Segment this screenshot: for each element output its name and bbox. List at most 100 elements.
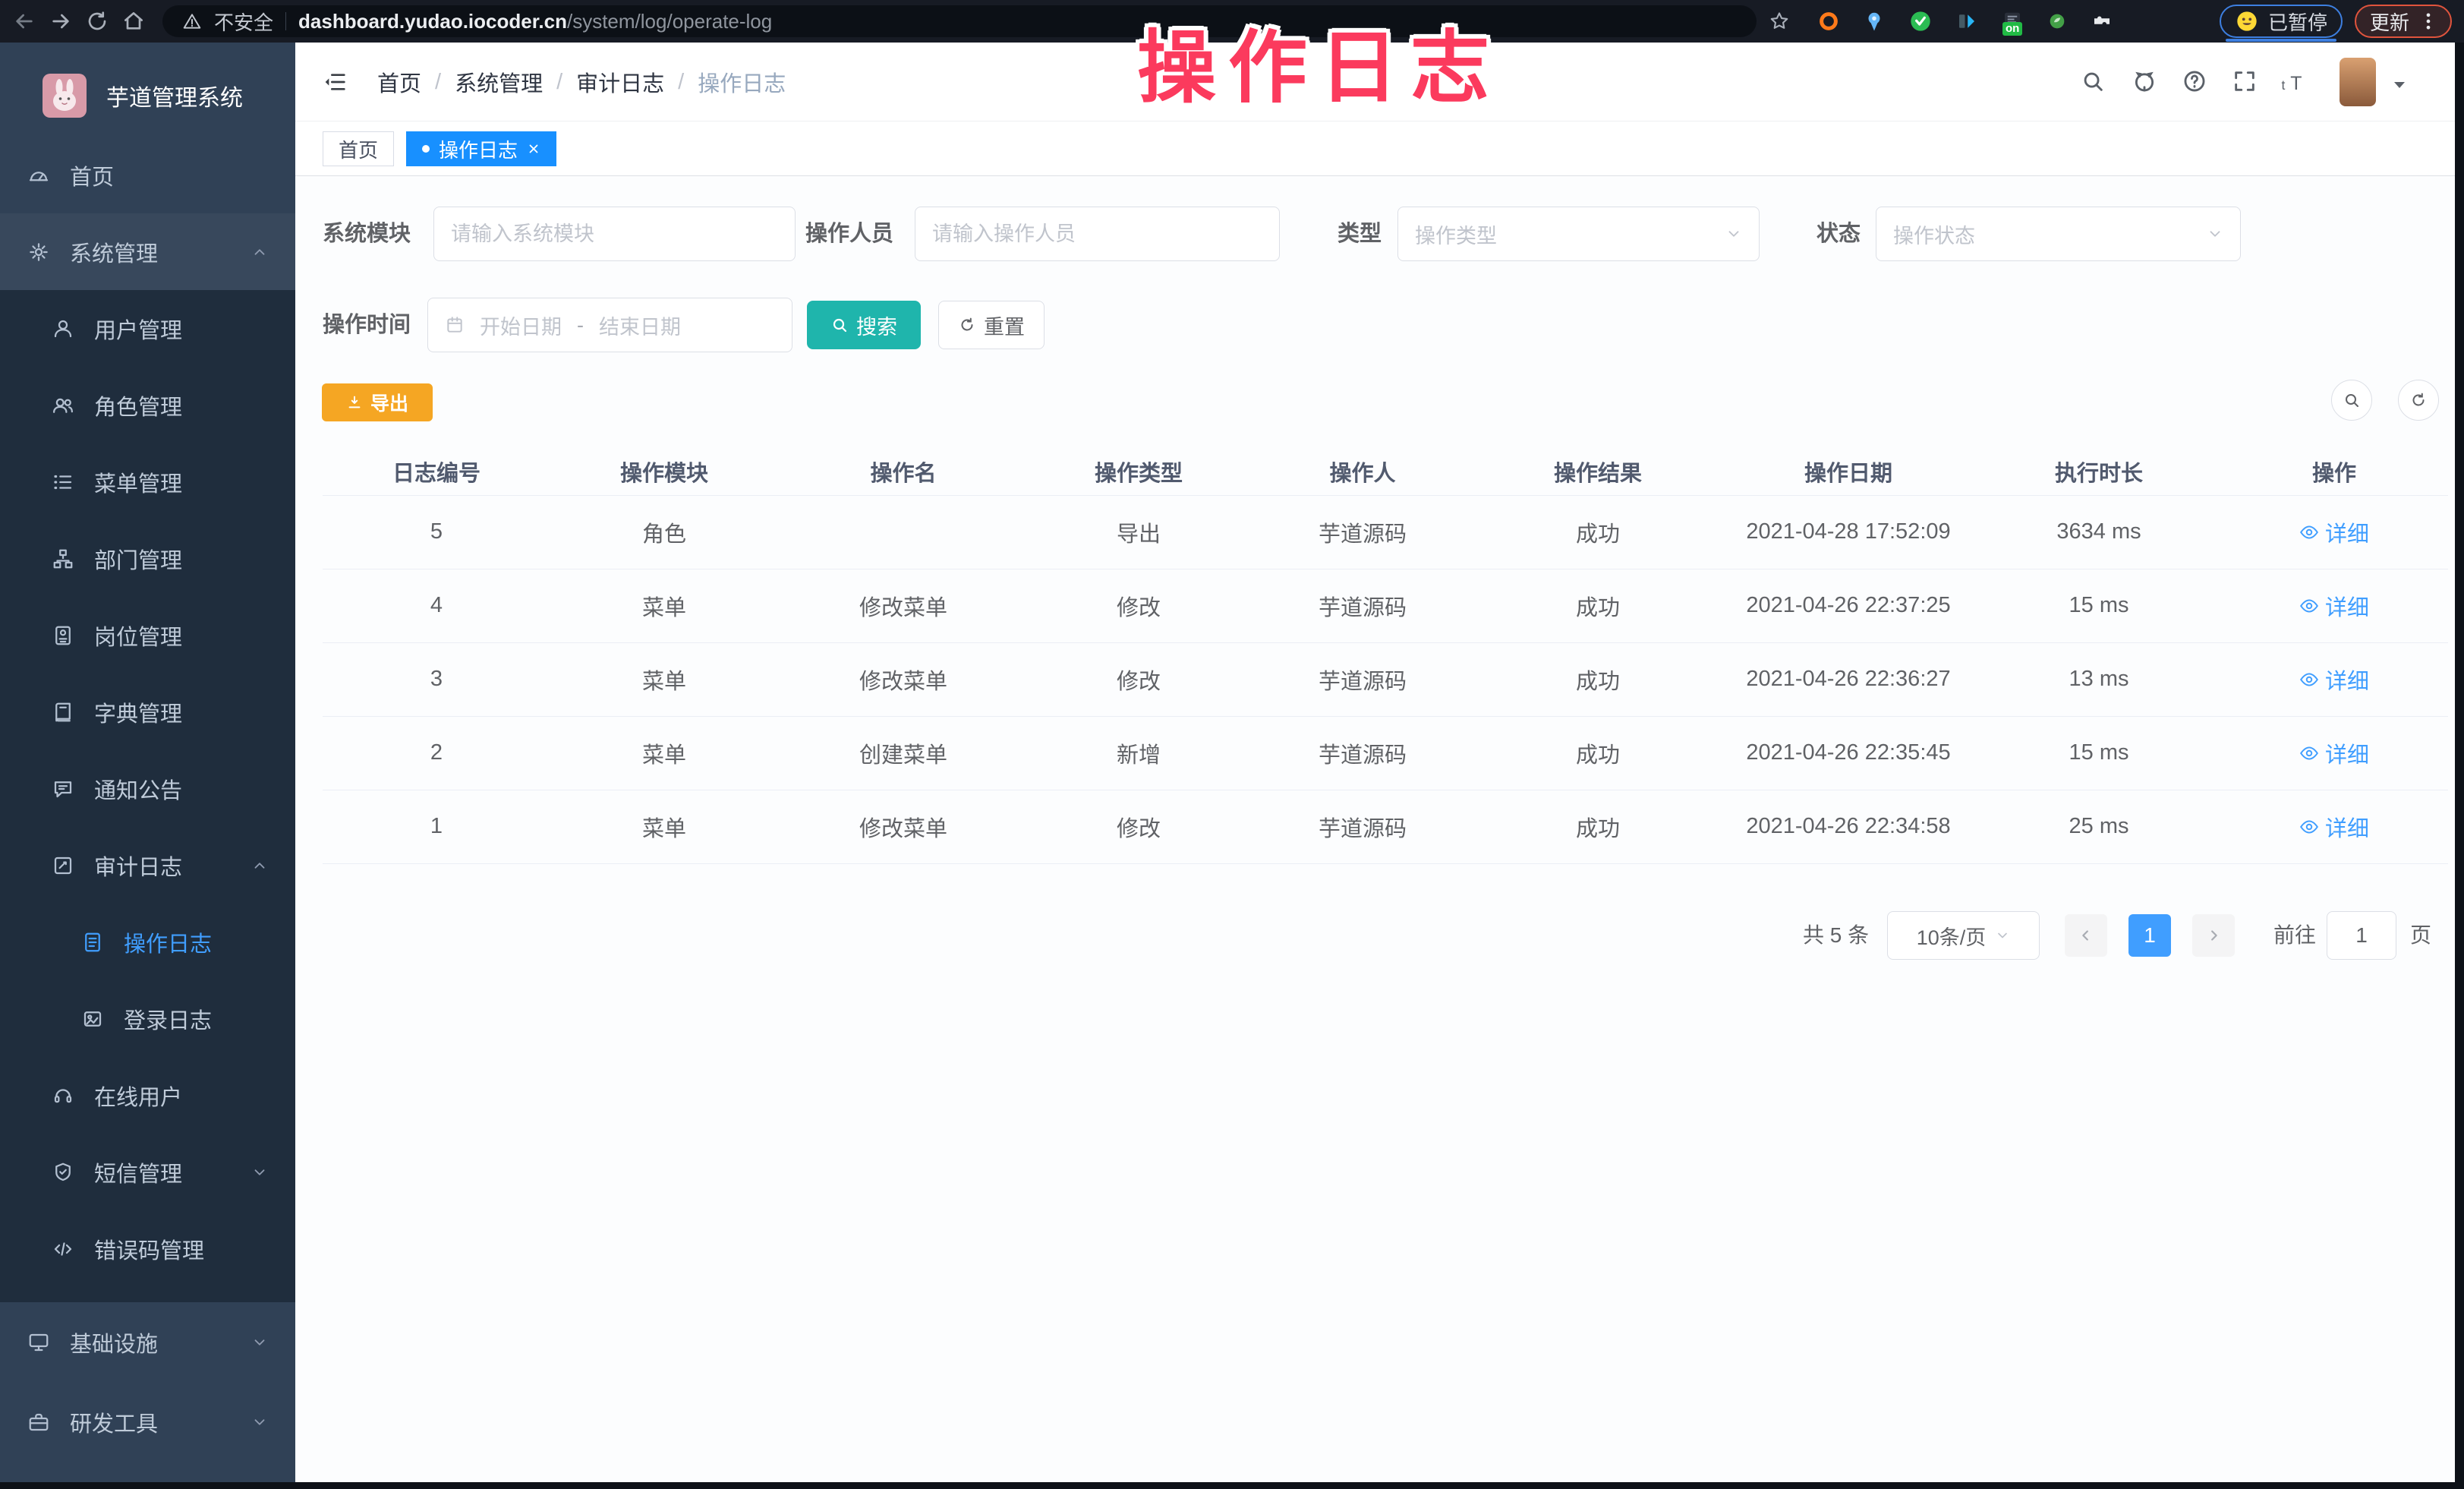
table-row: 3菜单修改菜单修改芋道源码成功2021-04-26 22:36:2713 ms … [323, 642, 2448, 716]
refresh-table-button[interactable] [2398, 380, 2439, 421]
breadcrumb-audit-log[interactable]: 审计日志 [576, 66, 664, 98]
address-divider [285, 12, 286, 30]
sidebar-item-role-management[interactable]: 角色管理 [0, 367, 295, 443]
goto-page-input[interactable] [2327, 911, 2396, 960]
id-badge-icon [52, 624, 74, 647]
extension-on-badge: on [2002, 22, 2022, 36]
sidebar-item-sms-management[interactable]: 短信管理 [0, 1134, 295, 1210]
download-icon [346, 394, 363, 411]
sidebar-item-home[interactable]: 首页 [0, 137, 295, 213]
module-input[interactable] [433, 207, 796, 261]
range-separator: - [577, 314, 584, 337]
toggle-search-button[interactable] [2331, 380, 2372, 421]
sidebar-item-dept-management[interactable]: 部门管理 [0, 520, 295, 597]
help-icon[interactable] [2182, 68, 2207, 94]
tab-operate-log[interactable]: 操作日志 [406, 131, 556, 166]
sidebar-item-error-code[interactable]: 错误码管理 [0, 1210, 295, 1287]
sidebar-item-notice[interactable]: 通知公告 [0, 750, 295, 827]
app-logo[interactable]: 芋道管理系统 [0, 43, 295, 137]
module-label: 系统模块 [323, 207, 411, 261]
fullscreen-icon[interactable] [2232, 68, 2258, 94]
detail-link[interactable]: 详细 [2299, 590, 2369, 622]
emoji-avatar-icon [2235, 9, 2259, 33]
operator-input-field[interactable] [932, 222, 1262, 246]
status-select[interactable]: 操作状态 [1876, 207, 2241, 261]
extension-orange-icon[interactable] [1817, 10, 1840, 33]
sidebar-item-login-log[interactable]: 登录日志 [0, 980, 295, 1057]
sidebar-item-dict-management[interactable]: 字典管理 [0, 674, 295, 750]
main-content: 系统模块 操作人员 类型 操作类型 状态 操作状态 操作时间 开始日期 - 结束… [295, 176, 2455, 1484]
sidebar-item-dev-tools[interactable]: 研发工具 [0, 1382, 295, 1462]
detail-link[interactable]: 详细 [2299, 516, 2369, 548]
search-button[interactable]: 搜索 [807, 301, 921, 349]
forward-icon[interactable] [49, 9, 73, 33]
current-page-button[interactable]: 1 [2128, 914, 2171, 957]
chevron-down-icon [251, 1414, 268, 1431]
eye-icon [2299, 670, 2319, 689]
chevron-left-icon [2078, 927, 2094, 944]
sidebar-item-audit-log[interactable]: 审计日志 [0, 827, 295, 904]
tags-view-bar: 首页 操作日志 [295, 121, 2455, 176]
page-size-select[interactable]: 10条/页 [1887, 911, 2040, 960]
detail-link[interactable]: 详细 [2299, 737, 2369, 769]
chevron-up-icon [251, 244, 268, 260]
table-row: 1菜单修改菜单修改芋道源码成功2021-04-26 22:34:5825 ms … [323, 790, 2448, 863]
type-select[interactable]: 操作类型 [1397, 207, 1760, 261]
back-icon[interactable] [12, 9, 36, 33]
type-label: 类型 [1338, 207, 1382, 261]
extensions-puzzle-icon[interactable] [2091, 10, 2113, 33]
reload-icon[interactable] [85, 9, 109, 33]
detail-link[interactable]: 详细 [2299, 664, 2369, 696]
extension-green-v-icon[interactable] [1908, 9, 1933, 33]
sidebar-item-user-management[interactable]: 用户管理 [0, 290, 295, 367]
font-size-icon[interactable]: tT [2280, 71, 2314, 94]
sidebar-item-system-management[interactable]: 系统管理 [0, 213, 295, 290]
menu-fold-icon[interactable] [323, 70, 348, 94]
bookmark-star-icon[interactable] [1769, 11, 1790, 32]
user-avatar[interactable] [2340, 58, 2376, 106]
login-log-icon [81, 1008, 104, 1030]
sidebar-item-infrastructure[interactable]: 基础设施 [0, 1302, 295, 1382]
github-icon[interactable] [2132, 68, 2157, 94]
browser-profile-chip[interactable]: 已暂停 [2220, 5, 2343, 38]
chevron-up-icon [251, 857, 268, 874]
breadcrumb-system[interactable]: 系统管理 [455, 66, 543, 98]
close-icon[interactable] [527, 142, 540, 156]
operator-input[interactable] [915, 207, 1280, 261]
menu-list-icon [52, 471, 74, 494]
extension-gem-icon[interactable] [1955, 10, 1978, 33]
search-icon[interactable] [2080, 68, 2106, 94]
module-input-field[interactable] [451, 222, 778, 246]
sidebar-item-operate-log[interactable]: 操作日志 [0, 904, 295, 980]
reset-button[interactable]: 重置 [938, 301, 1045, 349]
next-page-button[interactable] [2192, 914, 2235, 957]
caret-down-icon[interactable] [2392, 79, 2407, 91]
extension-pin-icon[interactable] [1863, 10, 1886, 33]
app-title: 芋道管理系统 [106, 79, 243, 112]
sidebar-submenu-system: 用户管理 角色管理 菜单管理 部门管理 岗位管理 字典管理 [0, 290, 295, 1302]
status-label: 状态 [1816, 207, 1861, 261]
table-row: 5角色导出芋道源码成功2021-04-28 17:52:093634 ms 详细 [323, 495, 2448, 569]
export-button[interactable]: 导出 [322, 383, 433, 421]
sidebar: 芋道管理系统 首页 系统管理 用户管理 角色管理 菜单管理 [0, 43, 295, 1489]
browser-window: 不安全 dashboard.yudao.iocoder.cn/system/lo… [0, 0, 2464, 1489]
dictionary-icon [52, 701, 74, 724]
sidebar-item-menu-management[interactable]: 菜单管理 [0, 443, 295, 520]
tab-home[interactable]: 首页 [323, 131, 394, 166]
extension-dark-on-icon[interactable]: on [2001, 10, 2024, 33]
date-range-picker[interactable]: 开始日期 - 结束日期 [427, 298, 792, 352]
prev-page-button[interactable] [2065, 914, 2107, 957]
sidebar-item-post-management[interactable]: 岗位管理 [0, 597, 295, 674]
breadcrumb-home[interactable]: 首页 [377, 66, 421, 98]
kebab-menu-icon[interactable] [2420, 11, 2437, 32]
column-header: 操作日期 [1719, 448, 1977, 495]
briefcase-icon [27, 1411, 50, 1434]
sidebar-item-online-users[interactable]: 在线用户 [0, 1057, 295, 1134]
home-icon[interactable] [121, 9, 146, 33]
extension-green-icon[interactable] [2047, 11, 2068, 32]
browser-update-button[interactable]: 更新 [2355, 5, 2452, 38]
update-label: 更新 [2370, 8, 2409, 36]
detail-link[interactable]: 详细 [2299, 811, 2369, 843]
address-bar[interactable]: 不安全 dashboard.yudao.iocoder.cn/system/lo… [162, 5, 1757, 37]
code-icon [52, 1238, 74, 1260]
